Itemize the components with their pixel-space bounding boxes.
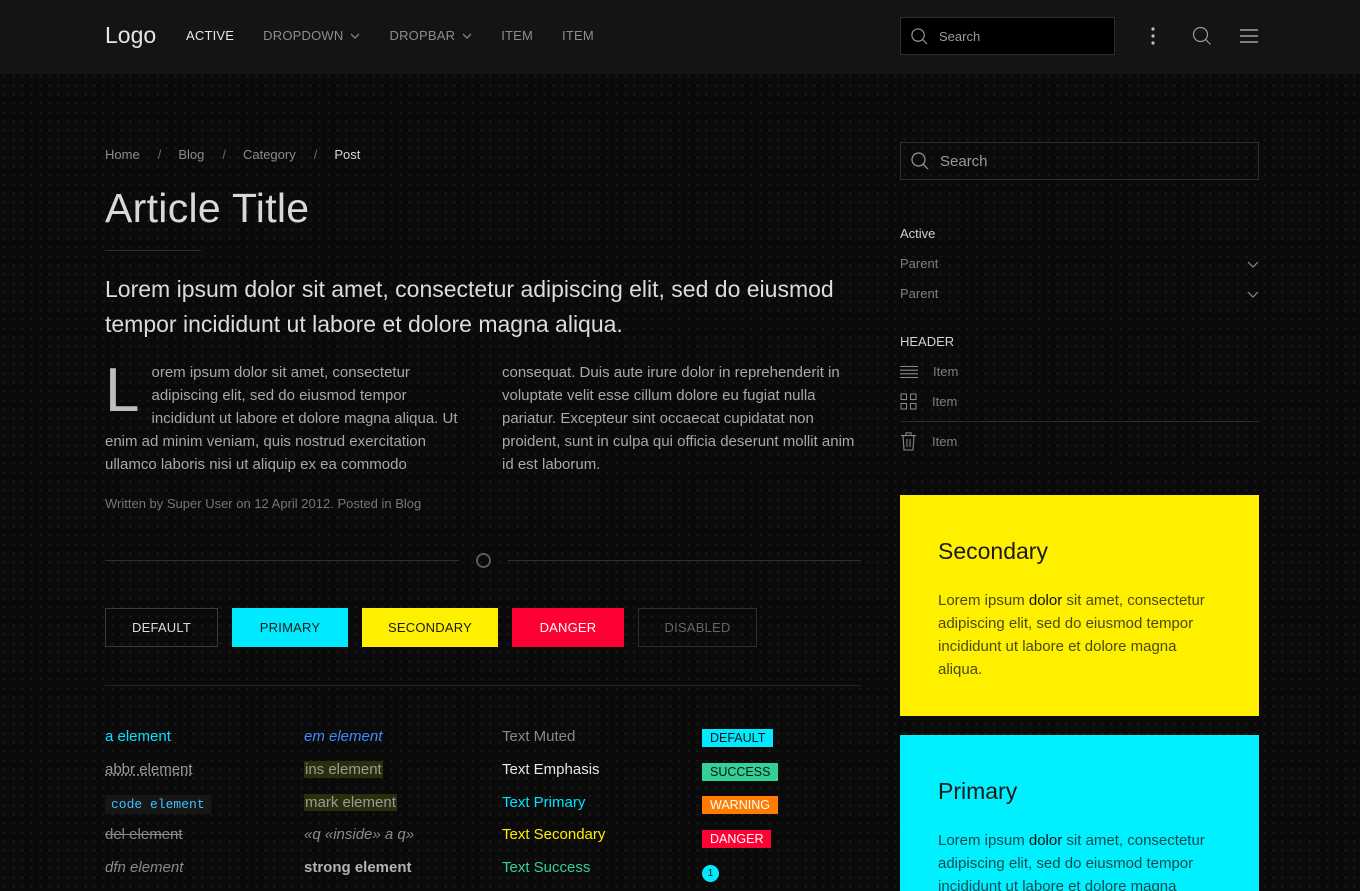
nav-menu: ACTIVE DROPDOWN DROPBAR ITEM ITEM: [186, 28, 623, 43]
breadcrumb-separator: /: [222, 147, 226, 162]
logo[interactable]: Logo: [105, 22, 156, 49]
title-divider: [105, 250, 201, 251]
disabled-button: DISABLED: [638, 608, 757, 647]
article-title: Article Title: [105, 185, 310, 231]
article-meta: Written by Super User on 12 April 2012. …: [105, 496, 422, 511]
sidebar-item-label: Item: [933, 364, 959, 379]
divider-line-right: [508, 560, 861, 561]
code-element: code element: [105, 795, 211, 814]
sidebar-item-label: Parent: [900, 256, 939, 271]
breadcrumb-blog[interactable]: Blog: [178, 147, 204, 162]
text-primary: Text Primary: [502, 794, 586, 811]
nav-item-dropbar[interactable]: DROPBAR: [389, 28, 472, 43]
card-text-part: Lorem ipsum: [938, 832, 1029, 849]
danger-button[interactable]: DANGER: [512, 608, 624, 647]
text-success: Text Success: [502, 859, 591, 876]
secondary-button[interactable]: SECONDARY: [362, 608, 498, 647]
search-icon: [911, 27, 928, 45]
card-text: Lorem ipsum dolor sit amet, consectetur …: [938, 589, 1221, 681]
nav-item-item-2[interactable]: ITEM: [562, 28, 594, 43]
divider-line-left: [105, 560, 459, 561]
card-text-part: Lorem ipsum: [938, 592, 1029, 609]
mark-element: mark element: [304, 794, 397, 811]
card-title: Primary: [938, 778, 1018, 804]
nav-item-label: ITEM: [562, 28, 594, 43]
breadcrumb: Home / Blog / Category / Post: [105, 147, 360, 162]
a-element-link[interactable]: a element: [105, 728, 171, 745]
primary-card: Primary Lorem ipsum dolor sit amet, cons…: [900, 735, 1259, 891]
article-column-1: Lorem ipsum dolor sit amet, consectetur …: [105, 356, 467, 476]
more-vertical-icon[interactable]: [1142, 25, 1164, 47]
dfn-element: dfn element: [105, 859, 184, 876]
divider-circle-icon: [476, 553, 491, 568]
danger-badge: DANGER: [702, 830, 772, 848]
default-button[interactable]: DEFAULT: [105, 608, 218, 647]
sidebar-item-parent[interactable]: Parent: [900, 286, 1259, 301]
nav-item-label: ITEM: [501, 28, 534, 43]
nav-item-label: DROPBAR: [389, 28, 456, 43]
success-badge: SUCCESS: [702, 763, 779, 781]
nav-item-item-1[interactable]: ITEM: [501, 28, 533, 43]
warning-badge: WARNING: [702, 796, 778, 814]
chevron-down-icon: [351, 33, 360, 39]
text-secondary: Text Secondary: [502, 826, 606, 843]
navbar-search-input[interactable]: [939, 28, 1099, 44]
count-badge: 1: [702, 865, 719, 882]
chevron-down-icon: [1247, 291, 1259, 298]
sidebar-item-grid[interactable]: Item: [900, 393, 957, 410]
sidebar-item-label: Item: [932, 394, 958, 409]
sidebar-item-active[interactable]: Active: [900, 226, 1259, 241]
card-text-strong: dolor: [1028, 592, 1063, 609]
sidebar-item-parent[interactable]: Parent: [900, 256, 1259, 271]
sidebar-header: HEADER: [900, 334, 955, 349]
sidebar-item-label: Item: [932, 434, 958, 449]
chevron-down-icon: [1247, 261, 1259, 268]
list-icon: [900, 365, 918, 378]
dropcap: L: [105, 356, 140, 425]
sidebar-item-list[interactable]: Item: [900, 364, 958, 379]
grid-icon: [900, 393, 917, 410]
article-column-2: consequat. Duis aute irure dolor in repr…: [502, 364, 855, 473]
nav-item-label: DROPDOWN: [263, 28, 344, 43]
em-element: em element: [304, 728, 383, 745]
navbar: Logo ACTIVE DROPDOWN DROPBAR ITEM ITEM: [0, 0, 1360, 74]
nav-item-label: ACTIVE: [186, 28, 235, 43]
sidebar-item-label: Active: [900, 226, 936, 241]
sidebar-item-label: Parent: [900, 286, 939, 301]
search-icon[interactable]: [1191, 25, 1213, 47]
text-emphasis: Text Emphasis: [502, 761, 600, 778]
navbar-search: [900, 17, 1115, 55]
card-text: Lorem ipsum dolor sit amet, consectetur …: [938, 829, 1221, 891]
breadcrumb-separator: /: [313, 147, 318, 162]
default-badge: DEFAULT: [702, 729, 774, 747]
q-element: «q «inside» a q»: [304, 826, 415, 843]
sidebar-search: [900, 142, 1259, 180]
article-column-1-text: orem ipsum dolor sit amet, consectetur a…: [105, 364, 458, 473]
article-lead: Lorem ipsum dolor sit amet, consectetur …: [105, 276, 834, 337]
primary-button[interactable]: PRIMARY: [232, 608, 348, 647]
sidebar-item-trash[interactable]: Item: [900, 432, 957, 451]
breadcrumb-separator: /: [157, 147, 162, 162]
abbr-element: abbr element: [105, 761, 193, 778]
sidebar-divider: [900, 421, 1259, 422]
card-title: Secondary: [938, 538, 1048, 564]
breadcrumb-post: Post: [334, 147, 361, 162]
text-muted: Text Muted: [502, 728, 576, 745]
menu-icon[interactable]: [1238, 25, 1260, 47]
ins-element: ins element: [304, 761, 383, 778]
chevron-down-icon: [462, 33, 472, 39]
secondary-card: Secondary Lorem ipsum dolor sit amet, co…: [900, 495, 1259, 716]
del-element: del element: [105, 826, 183, 843]
card-text-strong: dolor: [1028, 832, 1063, 849]
nav-item-active[interactable]: ACTIVE: [186, 28, 234, 43]
strong-element: strong element: [304, 859, 412, 876]
breadcrumb-category[interactable]: Category: [243, 147, 296, 162]
section-divider: [105, 685, 861, 686]
breadcrumb-home[interactable]: Home: [105, 147, 140, 162]
search-icon: [911, 152, 929, 170]
nav-item-dropdown[interactable]: DROPDOWN: [263, 28, 360, 43]
sidebar-search-input[interactable]: [940, 152, 1240, 170]
trash-icon: [901, 432, 916, 451]
